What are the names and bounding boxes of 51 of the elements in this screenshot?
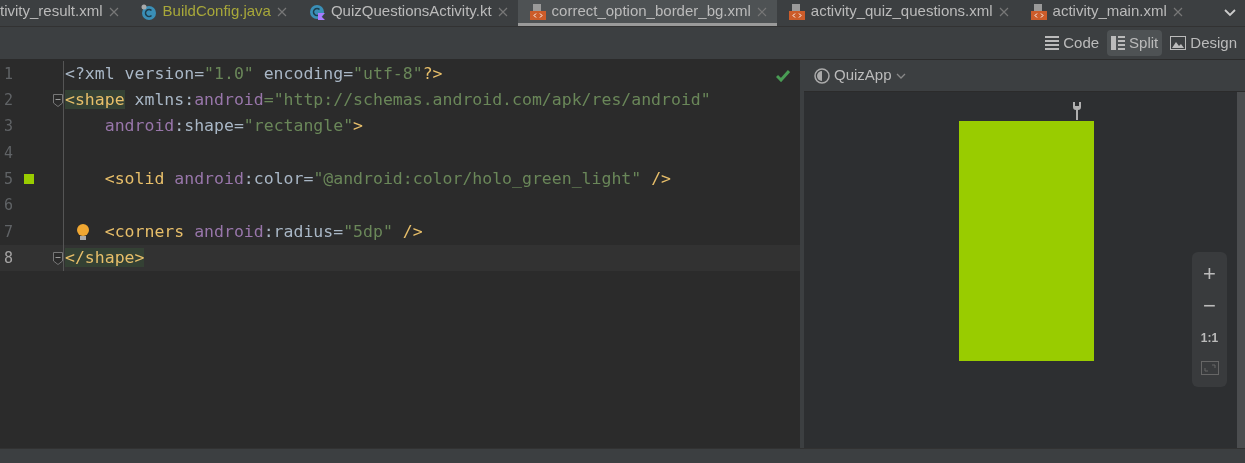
class-file-icon <box>140 3 157 20</box>
close-icon <box>108 6 119 17</box>
xml-file-icon <box>1030 3 1047 20</box>
split-view-icon <box>1111 35 1126 51</box>
zoom-out-button[interactable]: − <box>1203 290 1216 322</box>
line-number: 1 <box>3 63 15 85</box>
editor-tab[interactable]: activity_quiz_questions.xml <box>776 0 1019 26</box>
line-number: 2 <box>3 90 15 112</box>
line-number: 7 <box>3 221 15 243</box>
actual-size-button[interactable]: 1:1 <box>1200 322 1219 354</box>
fold-icon <box>53 93 63 107</box>
line-number: 4 <box>3 142 15 164</box>
view-mode-button[interactable]: Code <box>1041 30 1104 56</box>
close-icon <box>276 6 287 17</box>
line-number: 5 <box>3 169 15 191</box>
code-line: <solid android:color="@android:color/holo_green_light" /> <box>104 167 671 190</box>
wrench-icon <box>1072 102 1082 120</box>
theme-icon <box>814 67 830 84</box>
lines-icon <box>1045 35 1060 51</box>
code-line: <corners android:radius="5dp" /> <box>104 220 423 243</box>
chevron-down-icon <box>1224 9 1236 17</box>
editor-tab[interactable]: correct_option_border_bg.xml <box>517 0 777 26</box>
xml-file-icon <box>788 3 805 20</box>
image-icon <box>1170 35 1187 51</box>
editor-tab[interactable]: QuizQuestionsActivity.kt <box>296 0 518 26</box>
editor-tab[interactable]: BuildConfig.java <box>128 0 297 26</box>
line-number: 8 <box>3 247 15 269</box>
view-mode-button[interactable]: Split <box>1107 30 1163 56</box>
code-line: android:shape="rectangle"> <box>104 115 364 138</box>
chevron-down-icon <box>895 72 906 79</box>
check-icon <box>776 70 790 82</box>
zoom-in-button[interactable]: + <box>1203 258 1216 290</box>
close-icon <box>998 6 1009 17</box>
xml-file-icon <box>529 3 546 20</box>
theme-dropdown[interactable]: QuizApp <box>814 64 906 87</box>
fit-screen-icon <box>1200 361 1219 375</box>
fold-icon <box>53 251 63 265</box>
scrollbar[interactable] <box>1237 92 1245 448</box>
line-number: 3 <box>3 116 15 138</box>
close-icon <box>1172 6 1183 17</box>
editor-tab[interactable]: tivity_result.xml <box>0 0 129 26</box>
kotlin-file-icon <box>308 3 325 20</box>
color-swatch-icon <box>24 174 34 185</box>
close-icon <box>756 6 767 17</box>
lightbulb-icon <box>76 223 90 240</box>
view-mode-button[interactable]: Design <box>1166 30 1241 56</box>
close-icon <box>497 6 508 17</box>
editor-tab[interactable]: activity_main.xml <box>1018 0 1193 26</box>
code-line: <?xml version="1.0" encoding="utf-8"?> <box>65 62 443 85</box>
line-number: 6 <box>3 195 15 217</box>
code-line: <shape xmlns:android="http://schemas.android.com/apk/res/android" <box>65 89 711 112</box>
